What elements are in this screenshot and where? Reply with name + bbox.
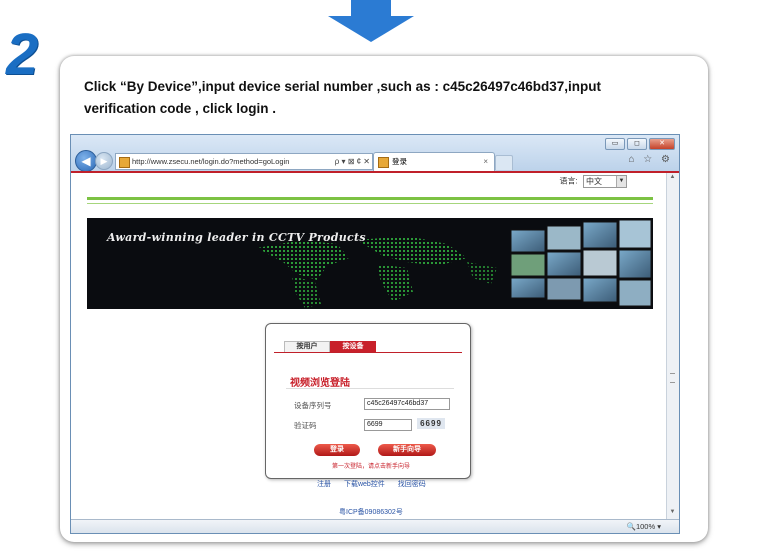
green-rule: [87, 197, 653, 200]
icp-record: 粤ICP备09086302号: [339, 509, 403, 516]
zoom-level[interactable]: 🔍100% ▾: [627, 520, 661, 533]
download-control-link[interactable]: 下载web控件: [344, 481, 385, 488]
verification-code-label: 验证码: [294, 421, 317, 430]
video-wall-image: [510, 219, 652, 307]
first-login-hint: 第一次登陆，请点击新手向导: [332, 464, 411, 470]
scroll-up-icon[interactable]: ▲: [668, 174, 677, 183]
address-tools[interactable]: ρ ▾ ⊠ ¢ ✕: [335, 154, 370, 169]
login-button[interactable]: 登录: [314, 444, 360, 456]
verification-code-input[interactable]: 6699: [364, 419, 412, 431]
back-button[interactable]: ◀: [75, 150, 97, 172]
page-content: 语言: 中文 ▼ Award-winning leader in CCTV Pro…: [71, 173, 667, 519]
language-selector: 语言: 中文 ▼: [560, 175, 627, 188]
login-tabs: 按用户 按设备: [274, 341, 462, 353]
close-window-button[interactable]: ✕: [649, 138, 675, 150]
chevron-down-icon: ▼: [616, 176, 626, 187]
browser-window: ▭ ◻ ✕ ◀ ▶ http://www.zsecu.net/login.do?…: [70, 134, 680, 534]
address-url: http://www.zsecu.net/login.do?method=goL…: [132, 157, 290, 166]
tab-by-device[interactable]: 按设备: [330, 341, 376, 352]
captcha-image[interactable]: 6699: [417, 418, 445, 429]
tab-page-icon: [378, 156, 389, 168]
minimize-button[interactable]: ▭: [605, 138, 625, 150]
page-icon: [119, 156, 130, 168]
step-number: 2: [6, 22, 39, 87]
window-controls: ▭ ◻ ✕: [605, 138, 675, 150]
recover-password-link[interactable]: 找回密码: [398, 481, 426, 488]
new-tab-button[interactable]: [495, 155, 513, 170]
back-arrow-icon: ◀: [81, 154, 91, 168]
login-title: 视频浏览登陆: [290, 378, 350, 389]
scroll-grip[interactable]: [670, 373, 675, 383]
tab-title: 登录: [392, 157, 407, 166]
instruction-line-1: Click “By Device”,input device serial nu…: [84, 79, 601, 94]
scroll-down-icon[interactable]: ▼: [668, 509, 677, 518]
beginner-guide-button[interactable]: 新手向导: [378, 444, 436, 456]
browser-toolbar: ▭ ◻ ✕ ◀ ▶ http://www.zsecu.net/login.do?…: [71, 135, 679, 172]
forward-arrow-icon: ▶: [100, 156, 108, 166]
status-bar: 🔍100% ▾: [71, 519, 679, 533]
maximize-button[interactable]: ◻: [627, 138, 647, 150]
register-link[interactable]: 注册: [317, 481, 331, 488]
banner-slogan: Award-winning leader in CCTV Products: [107, 231, 366, 244]
vertical-scrollbar[interactable]: ▲ ▼: [666, 173, 679, 519]
tab-by-user[interactable]: 按用户: [284, 341, 330, 352]
cctv-banner: Award-winning leader in CCTV Products: [87, 218, 653, 309]
address-bar[interactable]: http://www.zsecu.net/login.do?method=goL…: [115, 153, 373, 170]
green-rule-thin: [87, 203, 653, 204]
title-divider: [286, 388, 454, 389]
tab-close-icon[interactable]: ×: [483, 153, 488, 171]
forward-button[interactable]: ▶: [95, 152, 113, 170]
serial-number-input[interactable]: c45c26497c46bd37: [364, 398, 450, 410]
language-select[interactable]: 中文 ▼: [583, 175, 627, 188]
instruction-line-2: verification code , click login .: [84, 101, 277, 116]
login-panel: 按用户 按设备 视频浏览登陆 设备序列号 c45c26497c46bd37 验证…: [265, 323, 471, 479]
serial-number-label: 设备序列号: [294, 401, 332, 410]
language-label: 语言:: [559, 176, 578, 186]
browser-tab-login[interactable]: 登录 ×: [373, 152, 495, 171]
footer-links: 注册 下载web控件 找回密码: [317, 479, 433, 489]
instruction-text: Click “By Device”,input device serial nu…: [84, 76, 684, 120]
browser-right-tools[interactable]: ⌂ ☆ ⚙: [628, 154, 673, 165]
down-arrow-icon: [328, 0, 414, 42]
language-value: 中文: [586, 177, 602, 186]
